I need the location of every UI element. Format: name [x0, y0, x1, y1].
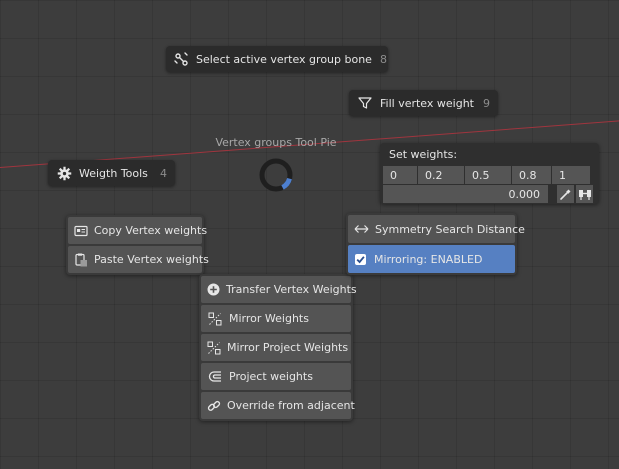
project-icon	[207, 369, 223, 385]
copy-vertex-weights-button[interactable]: Copy Vertex weights	[68, 217, 207, 244]
eyedropper-icon[interactable]	[557, 185, 574, 203]
select-bone-shortcut: 8	[379, 52, 387, 66]
mirror-project-weights-label: Mirror Project Weights	[227, 341, 349, 354]
mirror-project-icon	[207, 340, 221, 356]
paste-weights-icon	[74, 252, 88, 268]
weight-preset-0-8-button[interactable]: 0.8	[512, 166, 551, 184]
pie-menu-title: Vertex groups Tool Pie	[215, 136, 337, 149]
weight-preset-0-2-button[interactable]: 0.2	[418, 166, 464, 184]
weight-value-field[interactable]: 0.000	[383, 185, 548, 203]
weigth-tools-shortcut: 4	[160, 166, 167, 180]
copy-paste-weights-panel: Copy Vertex weights Paste Vertex weights	[66, 215, 209, 275]
arrows-horizontal-icon	[354, 221, 369, 237]
fill-vertex-weight-button[interactable]: Fill vertex weight 9	[349, 90, 498, 116]
set-weights-title: Set weights:	[389, 148, 458, 161]
select-active-vertex-group-bone-button[interactable]: Select active vertex group bone 8	[166, 46, 388, 72]
link-icon	[207, 398, 221, 414]
weigth-tools-label: Weigth Tools	[79, 166, 148, 180]
fill-weight-label: Fill vertex weight	[380, 96, 474, 110]
fill-weight-shortcut: 9	[483, 96, 490, 110]
copy-weights-icon	[74, 223, 88, 239]
paste-vertex-weights-button[interactable]: Paste Vertex weights	[68, 246, 209, 273]
project-weights-button[interactable]: Project weights	[201, 363, 351, 390]
weight-paint-icon[interactable]	[576, 185, 593, 203]
weight-tools-panel: Transfer Vertex Weights Mirror Weights M…	[199, 274, 357, 421]
paste-weights-label: Paste Vertex weights	[94, 253, 209, 266]
weigth-tools-button[interactable]: Weigth Tools 4	[48, 160, 175, 186]
weight-preset-row: 0 0.2 0.5 0.8 1	[383, 166, 590, 184]
pie-center-indicator	[258, 157, 294, 193]
mirroring-label: Mirroring: ENABLED	[374, 252, 483, 266]
symmetry-search-distance-label: Symmetry Search Distance	[375, 222, 525, 236]
mirror-weights-label: Mirror Weights	[229, 312, 309, 325]
weight-value: 0.000	[508, 187, 541, 201]
checkbox-checked-icon	[355, 253, 366, 265]
weight-preset-0-5-button[interactable]: 0.5	[465, 166, 511, 184]
override-adjacent-label: Override from adjacent	[227, 399, 355, 412]
gear-icon	[56, 165, 72, 181]
set-weights-panel: Set weights: 0 0.2 0.5 0.8 1 0.000	[380, 143, 599, 204]
weight-preset-1-button[interactable]: 1	[552, 166, 590, 184]
filter-icon	[357, 95, 373, 111]
mirror-project-weights-button[interactable]: Mirror Project Weights	[201, 334, 351, 361]
copy-weights-label: Copy Vertex weights	[94, 224, 208, 237]
plus-circle-icon	[207, 282, 220, 298]
override-from-adjacent-button[interactable]: Override from adjacent	[201, 392, 355, 419]
project-weights-label: Project weights	[229, 370, 313, 383]
symmetry-panel: Symmetry Search Distance Mirroring: ENAB…	[346, 213, 525, 275]
select-bone-label: Select active vertex group bone	[196, 52, 372, 66]
symmetry-search-distance-button[interactable]: Symmetry Search Distance	[348, 215, 525, 243]
transfer-vertex-weights-button[interactable]: Transfer Vertex Weights	[201, 276, 357, 303]
mirror-icon	[207, 311, 223, 327]
weight-preset-0-button[interactable]: 0	[383, 166, 417, 184]
mirroring-toggle[interactable]: Mirroring: ENABLED	[348, 245, 515, 273]
bone-select-icon	[174, 51, 189, 67]
transfer-weights-label: Transfer Vertex Weights	[226, 283, 357, 296]
mirror-weights-button[interactable]: Mirror Weights	[201, 305, 351, 332]
